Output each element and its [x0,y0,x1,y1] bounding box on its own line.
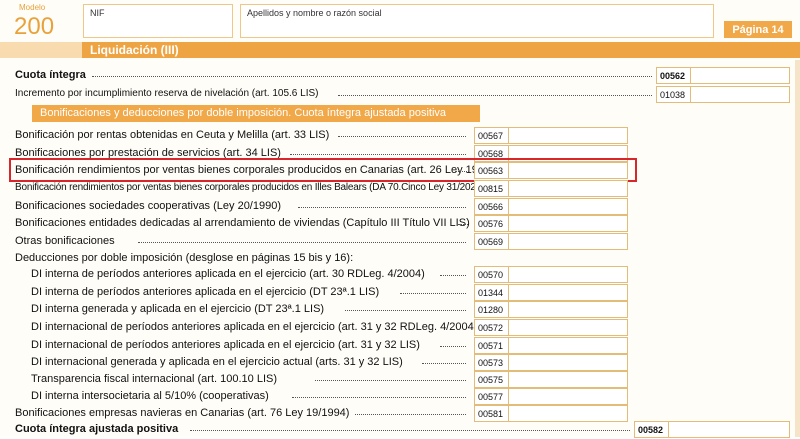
nif-field[interactable]: NIF [83,4,233,38]
row-label: Transparencia fiscal internacional (art.… [31,373,277,385]
row-code: 01344 [474,284,508,301]
row-cuota-integra: Cuota íntegra 00562 [0,66,800,84]
row-label: Bonificación por rentas obtenidas en Ceu… [15,129,330,141]
row-code: 00571 [474,337,508,354]
row-di-internacional-rdleg: DI internacional de períodos anteriores … [0,318,800,336]
row-label: Bonificación rendimientos por ventas bie… [15,182,485,193]
dot-leader [315,379,466,381]
row-otras: Otras bonificaciones 00569 [0,232,800,250]
amount-input[interactable] [690,67,790,84]
row-ceuta-melilla: Bonificación por rentas obtenidas en Ceu… [0,126,800,144]
row-code: 00575 [474,371,508,388]
amount-input[interactable] [508,354,628,371]
dot-leader [338,135,466,137]
row-label: DI interna intersocietaria al 5/10% (coo… [31,390,269,402]
row-label: Bonificaciones sociedades cooperativas (… [15,200,281,212]
dot-leader [422,362,466,364]
dot-leader [458,223,468,225]
dot-leader [92,75,652,77]
row-code: 01038 [656,86,690,103]
row-code: 00569 [474,233,508,250]
amount-input[interactable] [508,266,628,283]
dot-leader [290,153,466,155]
modelo-label: Modelo [19,3,46,12]
row-cooperativas: Bonificaciones sociedades cooperativas (… [0,197,800,215]
dot-leader [298,206,466,208]
row-label: DI interna de períodos anteriores aplica… [31,268,425,280]
row-code: 00573 [474,354,508,371]
row-di-internacional-generada: DI internacional generada y aplicada en … [0,353,800,371]
nombre-field[interactable]: Apellidos y nombre o razón social [240,4,714,38]
row-code: 01280 [474,301,508,318]
amount-input[interactable] [690,86,790,103]
row-code: 00562 [656,67,690,84]
dot-leader [292,396,466,398]
row-label: Cuota íntegra ajustada positiva [15,423,179,435]
dot-leader [400,292,466,294]
nif-label: NIF [90,8,105,18]
form-page: Modelo 200 NIF Apellidos y nombre o razó… [0,0,800,438]
row-code: 00577 [474,388,508,405]
row-code: 00576 [474,215,508,232]
amount-input[interactable] [508,337,628,354]
row-cuota-ajustada: Cuota íntegra ajustada positiva 00582 [0,420,800,438]
dot-leader [338,94,652,96]
nombre-label: Apellidos y nombre o razón social [247,8,382,18]
amount-input[interactable] [508,371,628,388]
section-title: Liquidación (III) [82,42,800,58]
dot-leader [440,345,466,347]
row-label: Cuota íntegra [15,69,86,81]
amount-input[interactable] [508,388,628,405]
row-di-internacional-lis: DI internacional de períodos anteriores … [0,336,800,354]
row-intersocietaria: DI interna intersocietaria al 5/10% (coo… [0,387,800,405]
row-label: Incremento por incumplimiento reserva de… [15,88,319,99]
row-code: 00566 [474,198,508,215]
row-arrendamiento: Bonificaciones entidades dedicadas al ar… [0,214,800,232]
amount-input[interactable] [508,198,628,215]
row-code: 00582 [634,421,668,438]
amount-input[interactable] [508,233,628,250]
row-label: Bonificaciones entidades dedicadas al ar… [15,217,470,229]
dot-leader [138,241,466,243]
row-label: DI internacional de períodos anteriores … [31,321,478,333]
dot-leader [345,309,466,311]
amount-input[interactable] [668,421,790,438]
row-label: DI internacional generada y aplicada en … [31,356,403,368]
section-bar-left [0,42,82,58]
amount-input[interactable] [508,319,628,336]
row-label: DI internacional de períodos anteriores … [31,339,420,351]
row-di-interna-anteriores-dt: DI interna de períodos anteriores aplica… [0,283,800,301]
row-label: Otras bonificaciones [15,235,115,247]
dot-leader [190,429,630,431]
modelo-number: 200 [14,13,55,40]
row-di-interna-generada: DI interna generada y aplicada en el eje… [0,300,800,318]
row-incremento: Incremento por incumplimiento reserva de… [0,85,800,103]
row-di-interna-anteriores-rdleg: DI interna de períodos anteriores aplica… [0,265,800,283]
row-illes-balears: Bonificación rendimientos por ventas bie… [0,179,800,197]
amount-input[interactable] [508,180,628,197]
amount-input[interactable] [508,301,628,318]
dot-leader [355,413,466,415]
row-code: 00570 [474,266,508,283]
row-label: DI interna generada y aplicada en el eje… [31,303,325,315]
dot-leader [440,274,466,276]
row-label: DI interna de períodos anteriores aplica… [31,286,380,298]
row-transparencia: Transparencia fiscal internacional (art.… [0,370,800,388]
subsection-title: Bonificaciones y deducciones por doble i… [32,105,480,122]
row-code: 00567 [474,127,508,144]
row-code: 00815 [474,180,508,197]
amount-input[interactable] [508,127,628,144]
page-number-badge: Página 14 [724,21,792,38]
amount-input[interactable] [508,284,628,301]
amount-input[interactable] [508,215,628,232]
row-code: 00572 [474,319,508,336]
